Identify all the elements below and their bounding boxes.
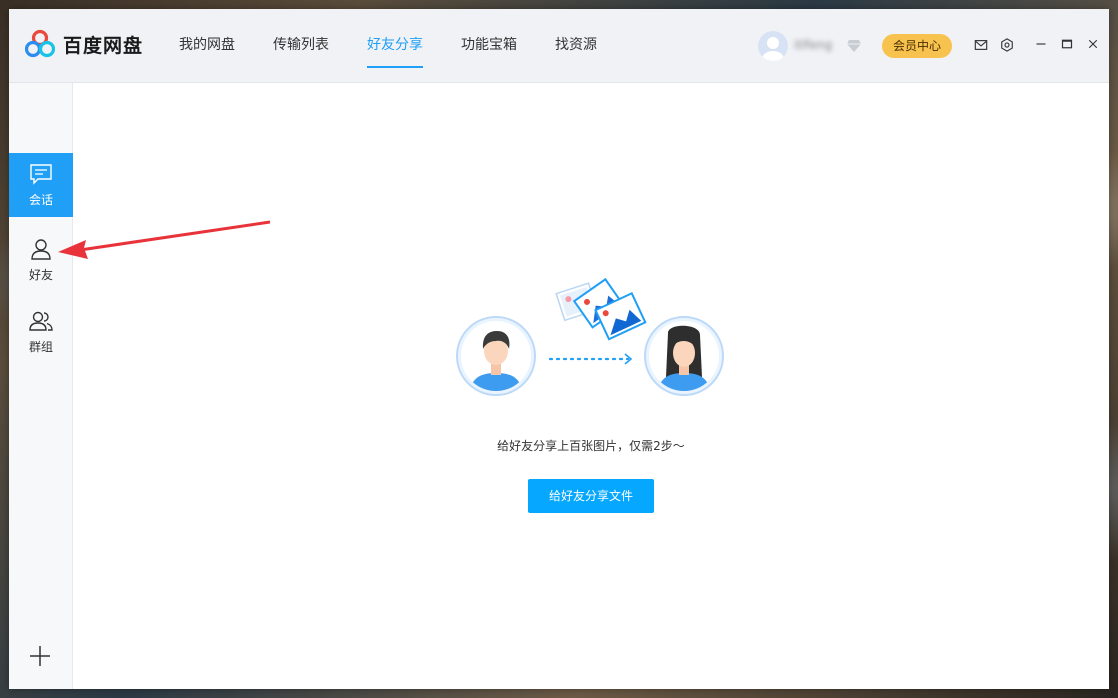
tab-friend-share[interactable]: 好友分享 bbox=[367, 9, 423, 83]
diamond-icon bbox=[846, 39, 862, 53]
vip-center-button[interactable]: 会员中心 bbox=[882, 34, 952, 58]
title-bar: 百度网盘 我的网盘 传输列表 好友分享 功能宝箱 找资源 itlfeng 会员中… bbox=[9, 9, 1109, 83]
settings-icon[interactable] bbox=[999, 37, 1015, 53]
share-files-button[interactable]: 给好友分享文件 bbox=[528, 479, 654, 513]
app-window: 百度网盘 我的网盘 传输列表 好友分享 功能宝箱 找资源 itlfeng 会员中… bbox=[9, 9, 1109, 689]
app-title: 百度网盘 bbox=[63, 31, 143, 58]
tab-transfer-list[interactable]: 传输列表 bbox=[273, 9, 329, 83]
header-tools bbox=[973, 37, 1025, 53]
plus-icon[interactable] bbox=[29, 645, 51, 667]
share-illustration bbox=[456, 273, 726, 403]
baidu-netdisk-logo-icon bbox=[25, 29, 55, 59]
maximize-icon[interactable] bbox=[1059, 36, 1075, 52]
close-icon[interactable] bbox=[1085, 36, 1101, 52]
chat-icon bbox=[29, 163, 53, 185]
user-profile[interactable]: itlfeng bbox=[758, 31, 862, 61]
dotted-arrow-icon bbox=[550, 354, 631, 364]
mail-icon[interactable] bbox=[973, 37, 989, 53]
sidebar-item-groups[interactable]: 群组 bbox=[9, 300, 73, 364]
avatar[interactable] bbox=[758, 31, 788, 61]
sidebar-item-friends[interactable]: 好友 bbox=[9, 228, 73, 292]
window-controls bbox=[1033, 36, 1109, 52]
group-icon bbox=[29, 310, 53, 332]
main-nav: 我的网盘 传输列表 好友分享 功能宝箱 找资源 bbox=[179, 9, 635, 83]
sidebar-item-label: 会话 bbox=[29, 191, 53, 208]
sidebar-item-label: 好友 bbox=[29, 266, 53, 283]
sidebar-item-conversations[interactable]: 会话 bbox=[9, 153, 73, 217]
female-avatar-illustration bbox=[645, 317, 723, 395]
share-tip-text: 给好友分享上百张图片，仅需2步～ bbox=[73, 437, 1109, 454]
sidebar-item-label: 群组 bbox=[29, 338, 53, 355]
photos-icon bbox=[556, 279, 645, 339]
sidebar: 会话 好友 群组 bbox=[9, 83, 73, 689]
app-logo: 百度网盘 bbox=[25, 29, 143, 59]
tab-my-disk[interactable]: 我的网盘 bbox=[179, 9, 235, 83]
username: itlfeng bbox=[794, 38, 842, 54]
person-icon bbox=[29, 238, 53, 260]
minimize-icon[interactable] bbox=[1033, 36, 1049, 52]
tab-find-resources[interactable]: 找资源 bbox=[555, 9, 597, 83]
male-avatar-illustration bbox=[457, 317, 535, 395]
main-content: 给好友分享上百张图片，仅需2步～ 给好友分享文件 bbox=[73, 83, 1109, 689]
tab-toolbox[interactable]: 功能宝箱 bbox=[461, 9, 517, 83]
